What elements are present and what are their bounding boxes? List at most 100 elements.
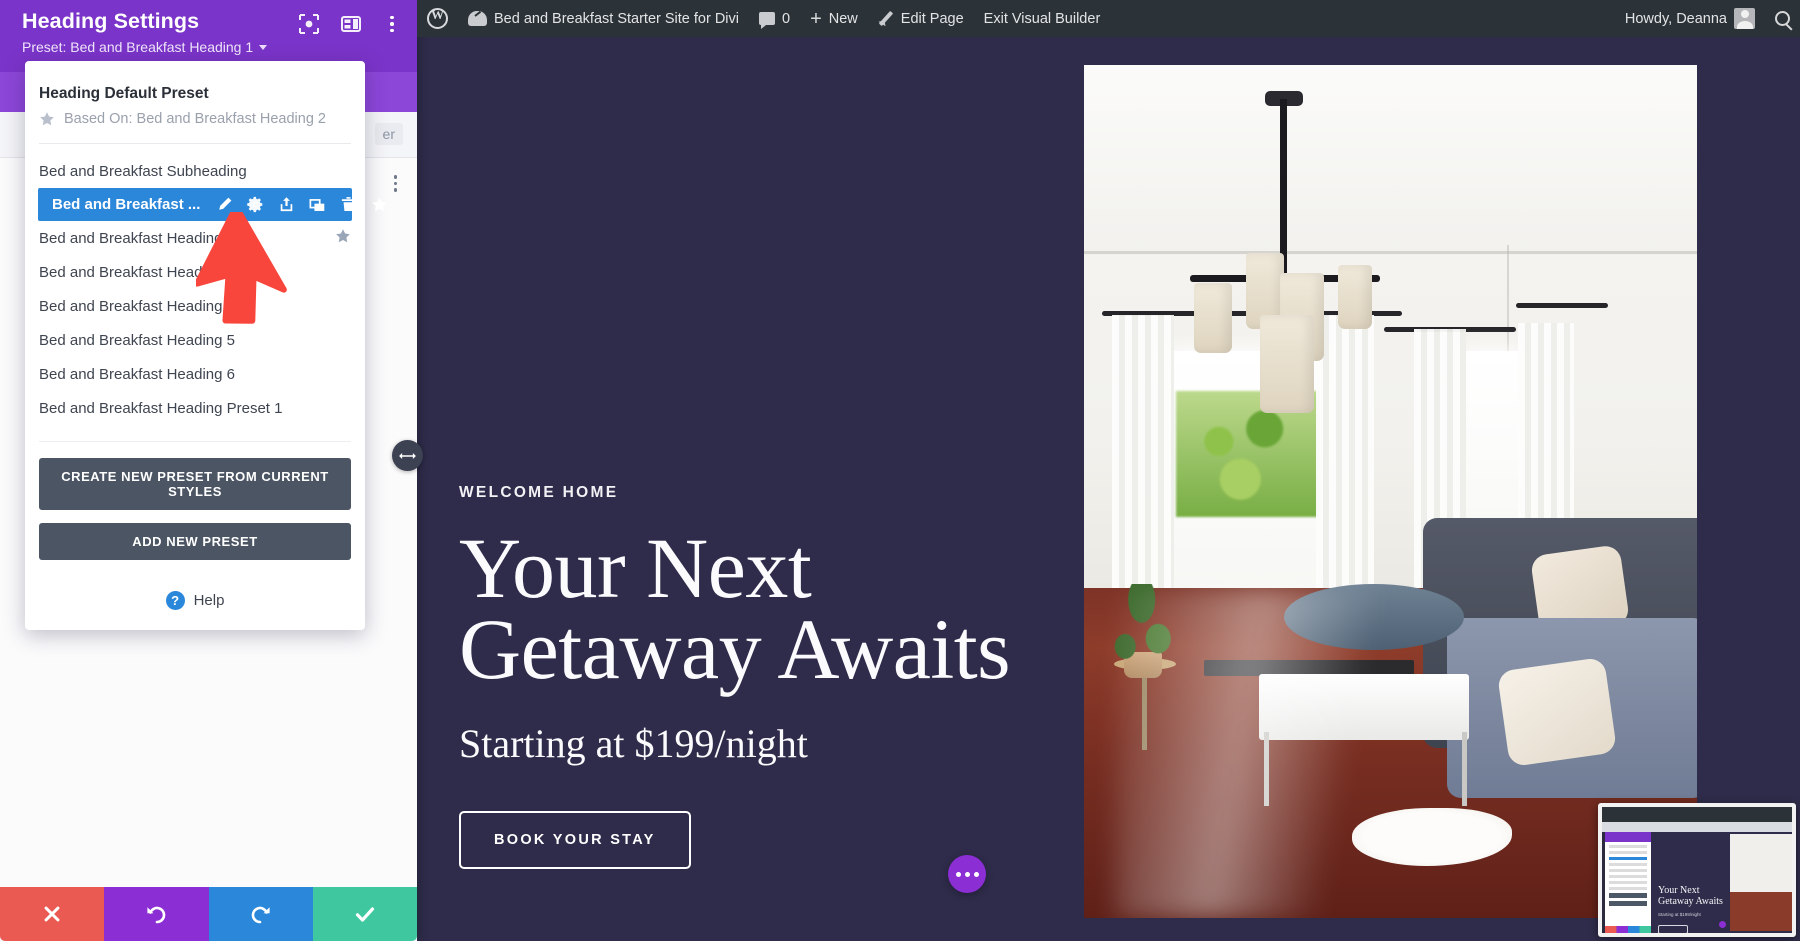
pip-footer-buttons	[1605, 926, 1651, 933]
edit-page-label: Edit Page	[900, 10, 964, 27]
pip-heading-line2: Getaway Awaits	[1658, 895, 1723, 907]
hero-subheading: Starting at $199/night	[459, 720, 808, 766]
account-menu[interactable]: Howdy, Deanna	[1615, 0, 1765, 37]
row-options-kebab-icon[interactable]	[393, 175, 397, 192]
layout-panel-icon[interactable]	[341, 14, 361, 34]
comments-count: 0	[782, 10, 791, 27]
redo-arrow-icon	[251, 906, 270, 924]
pip-subheading: Starting at $199/night	[1658, 912, 1701, 917]
favorite-star-icon[interactable]	[335, 228, 351, 248]
dropdown-actions: CREATE NEW PRESET FROM CURRENT STYLES AD…	[25, 442, 365, 583]
three-dots-icon-b	[964, 871, 970, 877]
three-dots-icon-c	[973, 871, 979, 877]
comments-menu[interactable]: 0	[749, 0, 800, 37]
site-name-menu[interactable]: Bed and Breakfast Starter Site for Divi	[458, 0, 749, 37]
pip-cta-button	[1658, 925, 1688, 933]
help-question-icon: ?	[165, 591, 185, 610]
rename-pencil-icon[interactable]	[216, 196, 233, 213]
preset-label: Preset: Bed and Breakfast Heading 1	[22, 39, 254, 55]
site-name-label: Bed and Breakfast Starter Site for Divi	[494, 10, 739, 27]
howdy-label: Howdy, Deanna	[1624, 10, 1727, 27]
hero-image	[1084, 65, 1697, 918]
hero-text-block: WELCOME HOME Your Next Getaway Awaits St…	[459, 484, 1099, 869]
pip-fab-icon	[1719, 921, 1726, 928]
default-preset-block[interactable]: Heading Default Preset Based On: Bed and…	[25, 73, 365, 131]
new-content-menu[interactable]: + New	[800, 0, 868, 37]
preset-item-label: Bed and Breakfast ...	[52, 196, 201, 213]
hero-heading: Your Next Getaway Awaits	[459, 520, 1099, 692]
preset-item-heading-6[interactable]: Bed and Breakfast Heading 6	[25, 357, 365, 391]
preset-item-subheading[interactable]: Bed and Breakfast Subheading	[25, 154, 365, 188]
preset-item-label: Bed and Breakfast Heading 4	[39, 297, 235, 315]
edit-page-button[interactable]: Edit Page	[868, 0, 974, 37]
export-icon[interactable]	[278, 196, 295, 213]
preset-list: Bed and Breakfast Subheading Bed and Bre…	[25, 144, 388, 431]
star-icon[interactable]	[371, 196, 388, 213]
hero-heading-line1: Your Next	[459, 520, 812, 616]
panel-resize-handle[interactable]	[392, 440, 423, 471]
wp-admin-bar: Bed and Breakfast Starter Site for Divi …	[417, 0, 1800, 37]
preset-item-label: Bed and Breakfast Heading 3	[39, 263, 235, 281]
preset-item-label: Bed and Breakfast Heading 6	[39, 365, 235, 383]
hero-section: WELCOME HOME Your Next Getaway Awaits St…	[417, 37, 1800, 941]
screen-root: Bed and Breakfast Starter Site for Divi …	[0, 0, 1800, 941]
default-preset-name: Heading Default Preset	[39, 85, 209, 102]
pip-heading: Your Next Getaway Awaits	[1658, 885, 1723, 907]
exit-visual-builder-label: Exit Visual Builder	[983, 10, 1101, 27]
new-label: New	[828, 10, 858, 27]
chevron-down-icon	[259, 44, 268, 50]
screen-recording-thumbnail[interactable]: Your Next Getaway Awaits Starting at $19…	[1598, 803, 1796, 937]
undo-button[interactable]	[104, 887, 209, 941]
pencil-icon	[878, 11, 894, 27]
visual-builder-canvas: WELCOME HOME Your Next Getaway Awaits St…	[417, 37, 1800, 941]
search-icon	[1775, 11, 1790, 26]
save-button[interactable]	[312, 887, 417, 941]
pip-browser-urlbar	[1602, 822, 1792, 832]
modal-footer	[0, 887, 417, 941]
modal-header-icons	[299, 14, 401, 34]
trash-icon[interactable]	[340, 196, 357, 213]
preset-item-heading-4[interactable]: Bed and Breakfast Heading 4	[25, 289, 365, 323]
help-link[interactable]: ? Help	[25, 583, 365, 630]
preset-item-heading-preset-1[interactable]: Bed and Breakfast Heading Preset 1	[25, 391, 365, 425]
redo-button[interactable]	[208, 887, 313, 941]
add-new-preset-button[interactable]: ADD NEW PRESET	[39, 523, 351, 560]
preset-item-label: Bed and Breakfast Subheading	[39, 162, 247, 180]
avatar-icon	[1734, 8, 1755, 29]
preset-item-heading-5[interactable]: Bed and Breakfast Heading 5	[25, 323, 365, 357]
heading-settings-modal: Heading Settings Preset: Bed and Breakfa…	[0, 0, 417, 941]
wordpress-logo-icon	[427, 7, 448, 29]
preset-item-label: Bed and Breakfast Heading 2	[39, 229, 235, 247]
based-on-label: Based On: Bed and Breakfast Heading 2	[64, 111, 326, 127]
tab-background-partial[interactable]: er	[374, 123, 403, 145]
kebab-menu-icon[interactable]	[383, 15, 401, 33]
horizontal-resize-arrows-icon	[399, 452, 416, 459]
preset-dropdown: Heading Default Preset Based On: Bed and…	[25, 61, 388, 630]
close-x-icon	[44, 906, 60, 922]
undo-arrow-icon	[147, 906, 166, 924]
focus-target-icon[interactable]	[299, 14, 319, 34]
cancel-button[interactable]	[0, 887, 105, 941]
preset-item-selected[interactable]: Bed and Breakfast ...	[38, 188, 388, 221]
settings-gear-icon[interactable]	[247, 196, 264, 213]
star-icon	[40, 112, 54, 126]
duplicate-icon[interactable]	[309, 196, 326, 213]
preset-selector[interactable]: Preset: Bed and Breakfast Heading 1	[22, 39, 268, 55]
hero-eyebrow: WELCOME HOME	[459, 484, 619, 501]
pip-browser-tabbar	[1602, 807, 1792, 822]
preset-item-heading-3[interactable]: Bed and Breakfast Heading 3	[25, 255, 365, 289]
book-your-stay-button[interactable]: BOOK YOUR STAY	[459, 810, 691, 869]
preset-row-actions	[216, 196, 388, 213]
admin-search-button[interactable]	[1765, 0, 1800, 37]
pip-heading-line1: Your Next	[1658, 885, 1700, 896]
preset-item-heading-2[interactable]: Bed and Breakfast Heading 2	[25, 221, 365, 255]
pip-settings-panel	[1605, 832, 1651, 926]
more-options-fab[interactable]	[948, 855, 986, 893]
pip-hero-image	[1730, 834, 1792, 931]
wp-logo-button[interactable]	[417, 0, 458, 37]
three-dots-icon-a	[955, 871, 961, 877]
exit-visual-builder-button[interactable]: Exit Visual Builder	[974, 0, 1111, 37]
checkmark-icon	[355, 907, 374, 922]
create-new-preset-button[interactable]: CREATE NEW PRESET FROM CURRENT STYLES	[39, 458, 351, 510]
dashboard-icon	[468, 11, 487, 26]
